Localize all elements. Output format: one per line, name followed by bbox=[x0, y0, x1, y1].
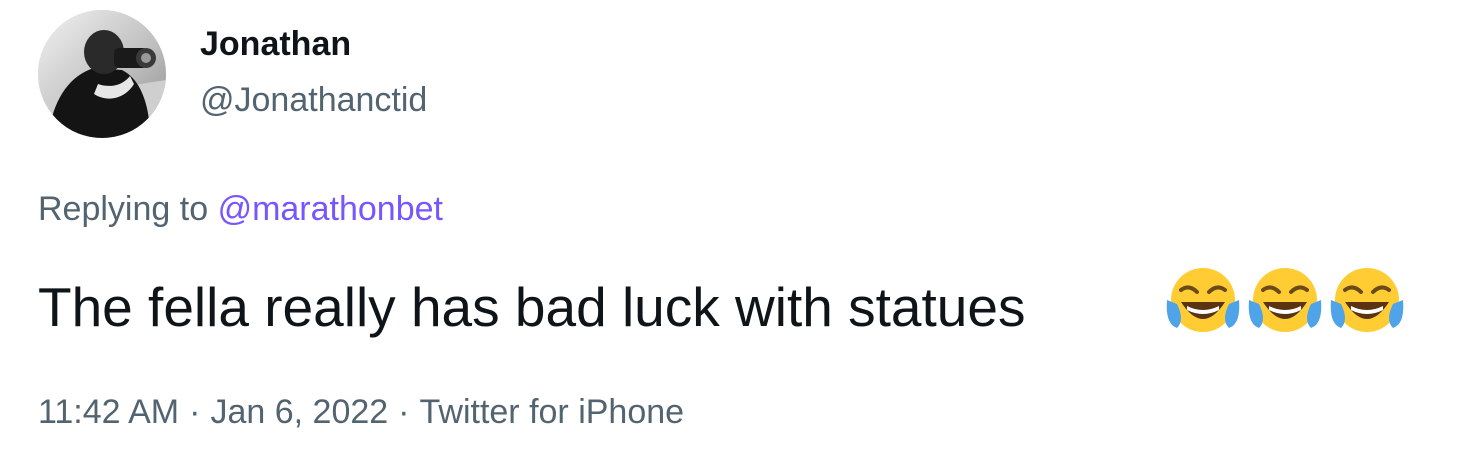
meta-separator: · bbox=[189, 393, 201, 431]
emoji-group bbox=[1165, 264, 1405, 340]
replying-to-label: Replying to bbox=[38, 190, 209, 228]
display-name[interactable]: Jonathan bbox=[200, 24, 351, 64]
tweet-card: Jonathan @Jonathanctid Replying to @mara… bbox=[0, 0, 1460, 473]
tweet-source: Twitter for iPhone bbox=[419, 393, 685, 431]
tweet-text: The fella really has bad luck with statu… bbox=[38, 276, 1026, 338]
avatar-photo-icon bbox=[38, 10, 166, 138]
avatar[interactable] bbox=[38, 10, 166, 138]
user-handle[interactable]: @Jonathanctid bbox=[200, 80, 427, 120]
meta-separator: · bbox=[398, 393, 410, 431]
tweet-meta: 11:42 AM · Jan 6, 2022 · Twitter for iPhone bbox=[38, 392, 684, 432]
tweet-date[interactable]: Jan 6, 2022 bbox=[210, 393, 388, 431]
tweet-time[interactable]: 11:42 AM bbox=[38, 393, 179, 431]
face-with-tears-of-joy-icon bbox=[1330, 268, 1404, 332]
face-with-tears-of-joy-icon bbox=[1166, 268, 1240, 332]
replying-to-line: Replying to @marathonbet bbox=[38, 189, 443, 229]
face-with-tears-of-joy-icon bbox=[1248, 268, 1322, 332]
reply-mention-link[interactable]: @marathonbet bbox=[218, 190, 443, 228]
